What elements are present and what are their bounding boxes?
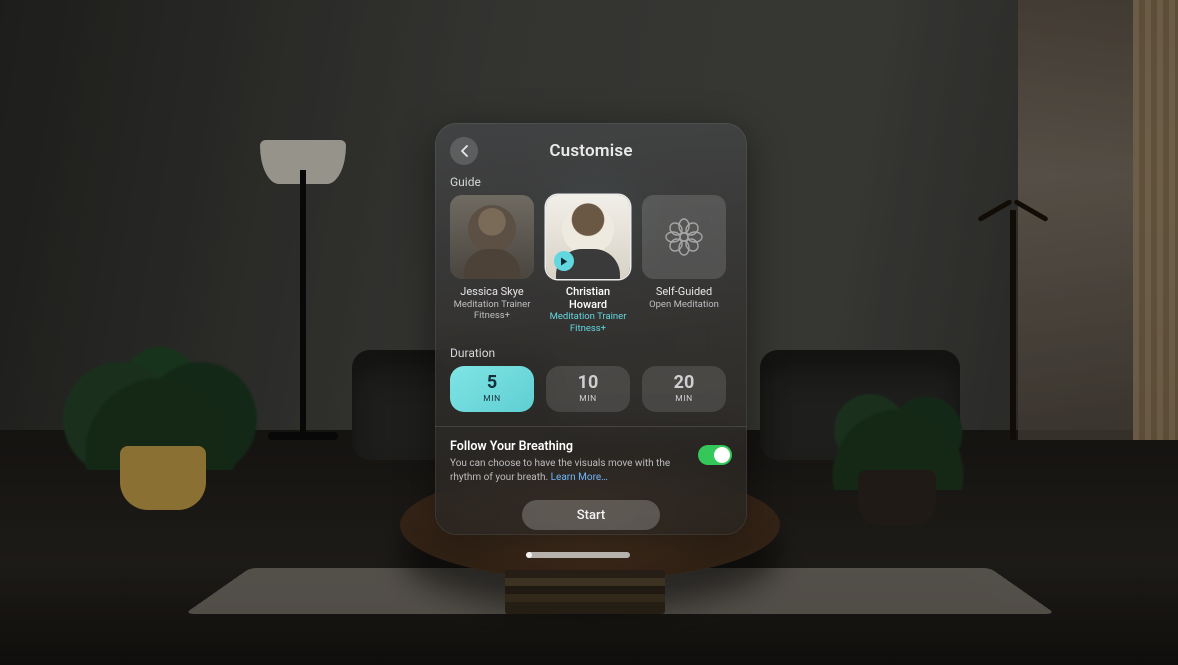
- play-preview-button[interactable]: [554, 251, 574, 271]
- play-icon: [560, 257, 568, 266]
- guide-subtitle: Meditation Trainer Fitness+: [454, 299, 531, 322]
- learn-more-link[interactable]: Learn More…: [551, 472, 608, 483]
- duration-value: 20: [674, 374, 695, 392]
- guide-subtitle: Open Meditation: [649, 299, 719, 310]
- guide-name: Self-Guided: [656, 286, 712, 299]
- duration-options: 5 MIN 10 MIN 20 MIN: [450, 366, 732, 412]
- panel-title: Customise: [549, 141, 632, 161]
- meditation-flower-icon: [664, 217, 704, 257]
- trainer-portrait-icon: [468, 205, 516, 253]
- guide-cards: Jessica Skye Meditation Trainer Fitness+…: [450, 195, 732, 334]
- duration-unit: MIN: [483, 394, 501, 404]
- trainer-portrait-icon: [562, 203, 614, 255]
- guide-card-self[interactable]: Self-Guided Open Meditation: [642, 195, 726, 334]
- guide-name: Jessica Skye: [460, 286, 523, 299]
- start-button[interactable]: Start: [522, 500, 660, 530]
- guide-thumb: [546, 195, 630, 279]
- duration-unit: MIN: [579, 394, 597, 404]
- duration-10[interactable]: 10 MIN: [546, 366, 630, 412]
- toggle-knob: [714, 447, 730, 463]
- duration-value: 10: [578, 374, 599, 392]
- duration-unit: MIN: [675, 394, 693, 404]
- guide-name: Christian Howard: [546, 286, 630, 311]
- breathing-description: You can choose to have the visuals move …: [450, 457, 688, 484]
- breathing-title: Follow Your Breathing: [450, 439, 688, 454]
- window-handle-bar[interactable]: [526, 552, 630, 558]
- chevron-left-icon: [460, 145, 469, 157]
- divider: [435, 426, 747, 427]
- duration-20[interactable]: 20 MIN: [642, 366, 726, 412]
- breathing-toggle[interactable]: [698, 445, 732, 465]
- duration-5[interactable]: 5 MIN: [450, 366, 534, 412]
- guide-card-christian[interactable]: Christian Howard Meditation Trainer Fitn…: [546, 195, 630, 334]
- customise-panel: Customise Guide Jessica Skye Meditation …: [435, 123, 747, 535]
- guide-thumb: [642, 195, 726, 279]
- guide-card-jessica[interactable]: Jessica Skye Meditation Trainer Fitness+: [450, 195, 534, 334]
- guide-thumb: [450, 195, 534, 279]
- guide-subtitle: Meditation Trainer Fitness+: [550, 311, 627, 334]
- back-button[interactable]: [450, 137, 478, 165]
- guide-section-label: Guide: [450, 175, 732, 189]
- duration-value: 5: [487, 374, 497, 392]
- duration-section-label: Duration: [450, 346, 732, 360]
